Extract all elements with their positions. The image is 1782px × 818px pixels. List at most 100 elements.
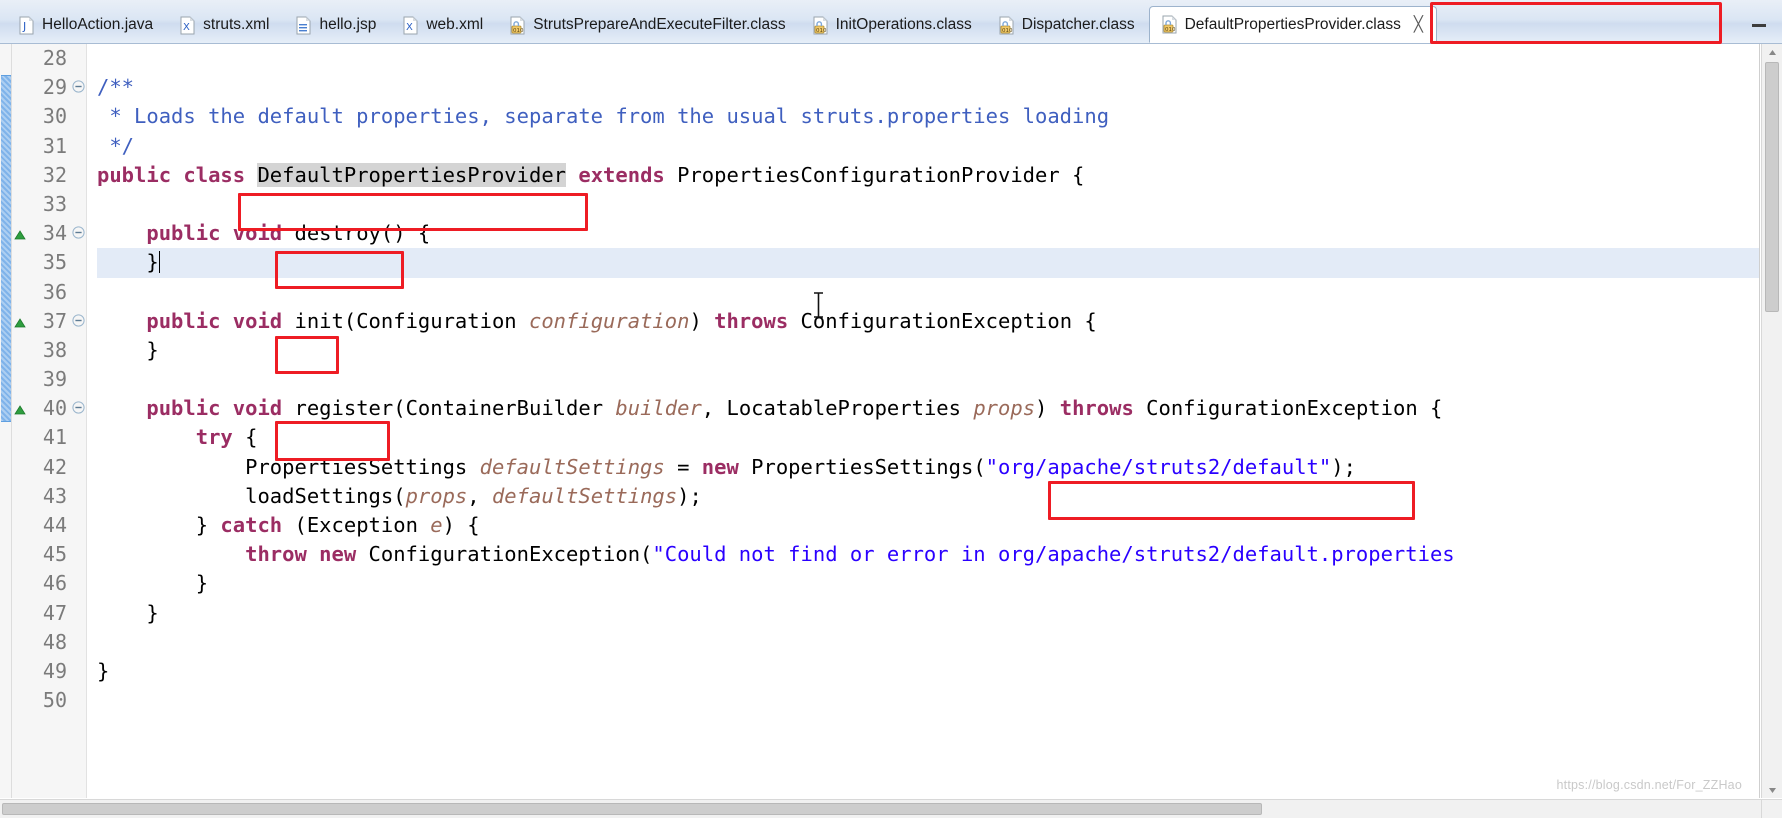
code-token: catch bbox=[220, 513, 295, 537]
code-token: builder bbox=[615, 396, 702, 421]
editor-tab-web-xml[interactable]: Xweb.xml bbox=[390, 6, 497, 43]
editor-tab-defaultpropertiesprovider-class[interactable]: 010 DefaultPropertiesProvider.class ╳ bbox=[1148, 6, 1437, 43]
code-token: try bbox=[195, 425, 246, 450]
editor-tab-list: J HelloAction.java Xstruts.xml hello.jsp Xwe… bbox=[6, 0, 1782, 43]
code-line[interactable]: */ bbox=[97, 132, 1759, 161]
code-line[interactable]: public void register(ContainerBuilder bu… bbox=[97, 394, 1759, 423]
code-token: ConfigurationException { bbox=[800, 308, 1097, 333]
code-line[interactable] bbox=[97, 365, 1759, 394]
class-file-icon: 010 bbox=[1161, 15, 1178, 34]
code-line[interactable]: } bbox=[97, 657, 1759, 686]
vertical-scrollbar[interactable] bbox=[1761, 44, 1782, 798]
override-method-marker-icon[interactable] bbox=[14, 315, 26, 328]
scroll-up-arrow-icon[interactable] bbox=[1762, 44, 1782, 60]
line-number: 50 bbox=[42, 688, 67, 713]
code-token: , bbox=[467, 483, 492, 508]
editor-tab-initoperations-class[interactable]: 010 InitOperations.class bbox=[800, 6, 986, 43]
code-token: throw new bbox=[245, 542, 369, 567]
code-line[interactable]: } catch (Exception e) { bbox=[97, 511, 1759, 540]
line-number: 47 bbox=[42, 600, 67, 625]
minimize-icon[interactable] bbox=[1746, 10, 1772, 32]
code-line[interactable]: public class DefaultPropertiesProvider e… bbox=[97, 161, 1759, 190]
fold-collapse-icon[interactable] bbox=[72, 80, 85, 93]
code-line[interactable]: } bbox=[97, 569, 1759, 598]
scrollbar-corner bbox=[1761, 799, 1782, 818]
override-method-marker-icon[interactable] bbox=[14, 227, 26, 240]
code-token: "Could not find or error in org/apache/s… bbox=[652, 542, 1455, 567]
folding-ruler[interactable] bbox=[70, 44, 87, 798]
fold-collapse-icon[interactable] bbox=[72, 401, 85, 414]
code-token: , LocatableProperties bbox=[701, 396, 974, 421]
close-icon[interactable]: ╳ bbox=[1414, 17, 1423, 32]
editor-tab-label: InitOperations.class bbox=[835, 16, 972, 34]
override-method-marker-icon[interactable] bbox=[14, 402, 26, 415]
code-token: } bbox=[97, 658, 110, 683]
line-number: 39 bbox=[42, 367, 67, 392]
code-token: register(ContainerBuilder bbox=[294, 396, 616, 421]
line-number: 36 bbox=[42, 279, 67, 304]
code-token: DefaultPropertiesProvider bbox=[257, 162, 567, 187]
code-line[interactable]: loadSettings(props, defaultSettings); bbox=[97, 482, 1759, 511]
code-token: public void bbox=[97, 308, 295, 333]
change-bar bbox=[1, 75, 11, 422]
code-line[interactable]: public void destroy() { bbox=[97, 219, 1759, 248]
code-token: defaultSettings bbox=[479, 454, 665, 479]
code-line[interactable]: * Loads the default properties, separate… bbox=[97, 102, 1759, 131]
code-line[interactable] bbox=[97, 628, 1759, 657]
editor-tab-helloaction-java[interactable]: J HelloAction.java bbox=[6, 6, 167, 43]
code-token: (Exception bbox=[294, 513, 431, 537]
code-line[interactable]: public void init(Configuration configura… bbox=[97, 307, 1759, 336]
marker-ruler[interactable] bbox=[12, 44, 28, 798]
code-line[interactable]: throw new ConfigurationException("Could … bbox=[97, 540, 1759, 569]
code-line[interactable] bbox=[97, 686, 1759, 715]
code-line[interactable]: } bbox=[97, 336, 1759, 365]
editor-tab-struts-xml[interactable]: Xstruts.xml bbox=[167, 6, 283, 43]
fold-collapse-icon[interactable] bbox=[72, 314, 85, 327]
code-line[interactable]: /** bbox=[97, 73, 1759, 102]
code-token: ConfigurationException { bbox=[1146, 396, 1443, 421]
svg-text:X: X bbox=[183, 22, 190, 33]
code-line[interactable]: } bbox=[97, 599, 1759, 628]
code-token: props bbox=[973, 396, 1036, 421]
svg-text:J: J bbox=[22, 20, 26, 33]
editor-tab-strutsprepareandexecutefilter-class[interactable]: 010 StrutsPrepareAndExecuteFilter.class bbox=[497, 6, 799, 43]
svg-text:010: 010 bbox=[1002, 28, 1013, 34]
code-token: PropertiesSettings( bbox=[751, 454, 986, 479]
code-token: ); bbox=[1331, 454, 1356, 479]
line-number: 41 bbox=[42, 425, 67, 450]
code-line[interactable]: PropertiesSettings defaultSettings = new… bbox=[97, 453, 1759, 482]
editor-tab-dispatcher-class[interactable]: 010 Dispatcher.class bbox=[986, 6, 1149, 43]
code-token: PropertiesSettings bbox=[97, 454, 480, 479]
code-token: configuration bbox=[528, 308, 690, 333]
editor-body[interactable]: 28 29 30 31 32 33 34 35 36 37 38 39 40 41 42 43 44 45 46 47… bbox=[0, 44, 1760, 798]
horizontal-scrollbar[interactable] bbox=[0, 799, 1761, 818]
code-token: destroy() { bbox=[294, 221, 431, 246]
code-token: } bbox=[97, 513, 221, 537]
class-file-icon: 010 bbox=[509, 16, 526, 35]
code-line[interactable] bbox=[97, 44, 1759, 73]
code-token: ConfigurationException( bbox=[368, 542, 653, 567]
code-token: public class bbox=[97, 162, 258, 187]
code-token: } bbox=[97, 571, 209, 596]
code-line[interactable]: } bbox=[97, 248, 1759, 278]
editor-tab-label: hello.jsp bbox=[319, 16, 377, 34]
code-editor[interactable]: 28 29 30 31 32 33 34 35 36 37 38 39 40 41 42 43 44 45 46 47… bbox=[0, 44, 1782, 818]
code-line[interactable] bbox=[97, 278, 1759, 307]
code-text-area[interactable]: /** * Loads the default properties, sepa… bbox=[87, 44, 1759, 798]
code-token: ); bbox=[677, 483, 702, 508]
watermark-text: https://blog.csdn.net/For_ZZHao bbox=[1556, 778, 1742, 792]
line-number: 31 bbox=[42, 133, 67, 158]
horizontal-scroll-thumb[interactable] bbox=[2, 803, 1262, 815]
editor-tab-label: web.xml bbox=[426, 16, 484, 34]
editor-tab-hello-jsp[interactable]: hello.jsp bbox=[283, 6, 390, 43]
line-number: 37 bbox=[42, 308, 67, 333]
code-line[interactable]: try { bbox=[97, 423, 1759, 452]
code-line[interactable] bbox=[97, 190, 1759, 219]
vertical-scroll-thumb[interactable] bbox=[1765, 62, 1779, 312]
scroll-down-arrow-icon[interactable] bbox=[1762, 782, 1782, 798]
code-token: public void bbox=[97, 221, 295, 246]
fold-collapse-icon[interactable] bbox=[72, 226, 85, 239]
code-token: */ bbox=[97, 133, 135, 158]
